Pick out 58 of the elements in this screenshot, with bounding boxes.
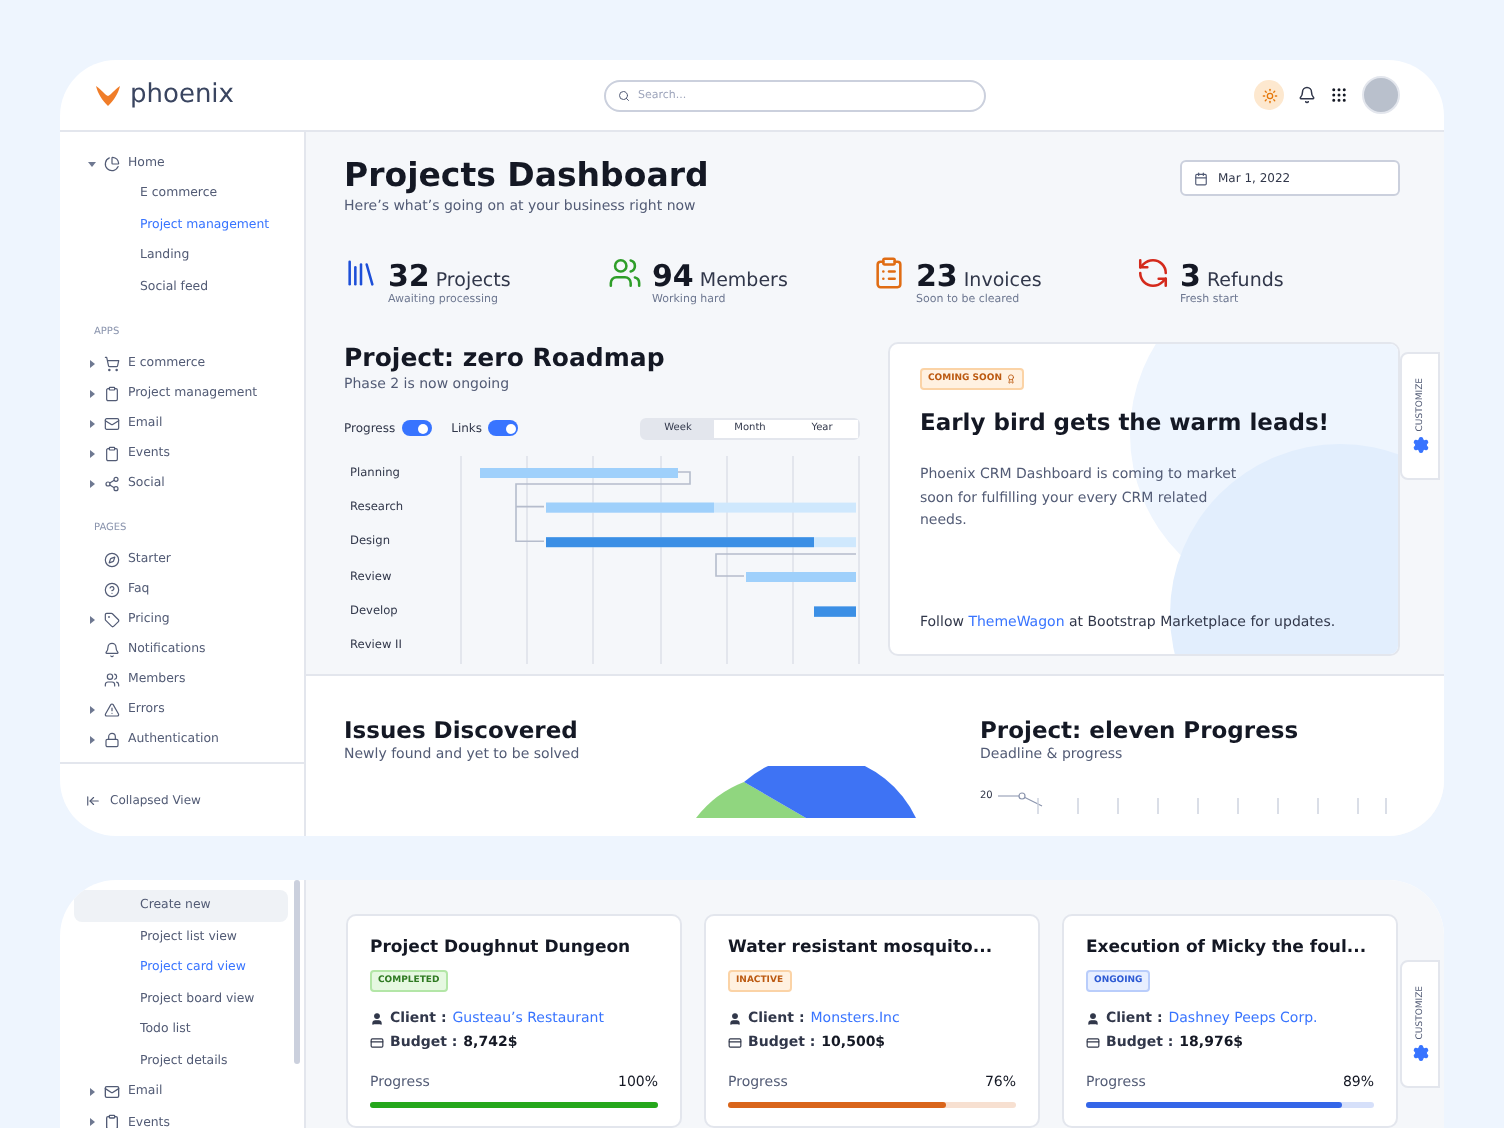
project-title: Project Doughnut Dungeon bbox=[370, 938, 631, 958]
user-icon bbox=[1086, 1011, 1100, 1025]
compass-icon bbox=[104, 551, 120, 567]
help-icon bbox=[104, 581, 120, 597]
card-icon bbox=[1086, 1035, 1100, 1049]
stat-value: 94 Members bbox=[652, 256, 788, 294]
caret-icon[interactable] bbox=[88, 705, 96, 713]
tag-icon bbox=[104, 611, 120, 627]
clipboard-icon bbox=[104, 445, 120, 461]
project-title: Execution of Micky the foul... bbox=[1086, 938, 1367, 958]
caret-icon[interactable] bbox=[88, 359, 96, 367]
toggle-switch[interactable] bbox=[401, 420, 432, 436]
stat-value: 23 Invoices bbox=[916, 256, 1042, 294]
search-icon bbox=[618, 89, 630, 101]
theme-toggle[interactable] bbox=[1254, 80, 1284, 110]
settings-icon bbox=[1411, 1044, 1429, 1063]
home-pie-icon bbox=[104, 155, 120, 171]
caret-icon[interactable] bbox=[88, 479, 96, 487]
warning-icon bbox=[104, 701, 120, 717]
page-title: Projects Dashboard bbox=[344, 156, 709, 196]
caret-icon[interactable] bbox=[88, 389, 96, 397]
share-icon bbox=[104, 475, 120, 491]
logo-text: phoenix bbox=[130, 80, 234, 110]
section-title: Project: eleven Progress bbox=[980, 716, 1301, 744]
clipboard-icon bbox=[104, 1114, 120, 1128]
caret-icon[interactable] bbox=[88, 1087, 96, 1096]
user-icon bbox=[370, 1011, 384, 1025]
stat-value: 32 Projects bbox=[388, 256, 511, 294]
cart-icon bbox=[104, 355, 120, 371]
collapse-icon bbox=[86, 793, 100, 807]
card-icon bbox=[728, 1035, 742, 1049]
scrollbar[interactable] bbox=[294, 880, 300, 1064]
promo-title: Early bird gets the warm leads! bbox=[920, 408, 1332, 436]
caret-icon[interactable] bbox=[88, 615, 96, 623]
caret-icon[interactable] bbox=[88, 735, 96, 743]
toggle-switch[interactable] bbox=[488, 420, 519, 436]
lock-icon bbox=[104, 731, 120, 747]
project-title: Water resistant mosquito... bbox=[728, 938, 993, 958]
section-title: Issues Discovered bbox=[344, 716, 580, 744]
users-icon bbox=[104, 671, 120, 687]
stat-value: 3 Refunds bbox=[1180, 256, 1284, 294]
mail-icon bbox=[104, 415, 120, 431]
notification-icon[interactable] bbox=[1298, 86, 1316, 104]
bell-icon bbox=[104, 641, 120, 657]
caret-icon[interactable] bbox=[88, 1118, 96, 1127]
card-icon bbox=[370, 1035, 384, 1049]
caret-icon[interactable] bbox=[88, 159, 96, 167]
settings-icon bbox=[1411, 436, 1429, 455]
mail-icon bbox=[104, 1083, 120, 1100]
calendar-icon bbox=[1194, 171, 1208, 185]
caret-icon[interactable] bbox=[88, 449, 96, 457]
sun-icon bbox=[1261, 87, 1277, 103]
caret-icon[interactable] bbox=[88, 419, 96, 427]
section-title: Project: zero Roadmap bbox=[344, 342, 667, 374]
apps-grid-icon[interactable] bbox=[1330, 86, 1348, 104]
logo-icon bbox=[94, 83, 122, 107]
user-icon bbox=[728, 1011, 742, 1025]
clipboard-icon bbox=[104, 385, 120, 401]
